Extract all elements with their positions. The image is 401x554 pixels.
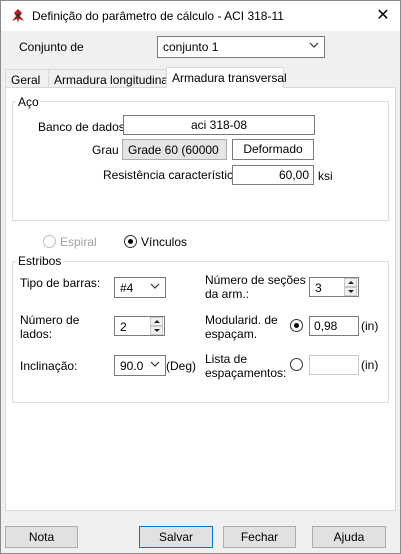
grau-select[interactable]: Grade 60 (60000 [122,139,227,160]
banco-label: Banco de dados [38,120,125,134]
num-lados-label-2: lados: [20,327,53,341]
tab-armadura-longitudinal[interactable]: Armadura longitudinal [48,69,171,87]
modularid-radio[interactable] [290,319,303,332]
close-icon[interactable]: ✕ [371,6,395,26]
modularid-label-2: espaçam. [205,327,258,341]
resistencia-value: 60,00 [278,168,309,182]
inclinacao-unit: (Deg) [166,359,197,373]
resistencia-field[interactable]: 60,00 [232,165,314,185]
tipo-value: #4 [120,281,134,295]
conjunto-label: Conjunto de [19,40,84,54]
inclinacao-label: Inclinação: [20,359,78,373]
banco-value: aci 318-08 [190,118,248,132]
num-secoes-value: 3 [315,281,322,295]
tab-label: Geral [11,73,41,87]
lista-label-2: espaçamentos: [205,366,287,380]
num-secoes-label-1: Número de seções [205,273,306,287]
lista-field[interactable] [309,355,359,375]
ajuda-label: Ajuda [333,530,365,544]
robot-app-icon [12,9,24,23]
modularid-field[interactable]: 0,98 [309,316,359,336]
num-lados-stepper[interactable]: 2 [114,316,165,336]
grau-value: Grade 60 (60000 [128,143,219,157]
estribos-group-label: Estribos [16,254,64,268]
fechar-button[interactable]: Fechar [223,526,296,548]
lista-label-1: Lista de [205,352,248,366]
spin-up-icon[interactable] [344,278,357,287]
conjunto-select[interactable]: conjunto 1 [157,36,325,58]
tipo-select[interactable]: #4 [114,277,166,298]
deformado-button[interactable]: Deformado [232,139,314,160]
num-secoes-label-2: da arm.: [205,287,250,301]
grau-label: Grau [92,143,119,157]
spin-down-icon[interactable] [344,287,357,296]
banco-field[interactable]: aci 318-08 [123,115,315,135]
chevron-down-icon [150,283,160,289]
conjunto-value: conjunto 1 [163,40,219,54]
spin-down-icon[interactable] [150,326,163,335]
espiral-radio[interactable] [43,235,56,248]
tab-armadura-transversal[interactable]: Armadura transversal [166,67,287,88]
nota-label: Nota [28,530,55,544]
espiral-label: Espiral [60,235,97,249]
deformado-label: Deformado [243,142,303,156]
resistencia-unit: ksi [318,169,333,183]
lista-radio[interactable] [290,358,303,371]
num-lados-label-1: Número de [20,313,80,327]
lista-unit: (in) [361,358,379,372]
tab-label: Armadura transversal [172,71,287,85]
inclinacao-select[interactable]: 90.0 [114,355,166,376]
window-title: Definição do parâmetro de cálculo - ACI … [32,9,284,23]
tab-label: Armadura longitudinal [54,73,171,87]
tab-geral[interactable]: Geral [5,69,49,87]
salvar-label: Salvar [158,530,193,544]
salvar-button[interactable]: Salvar [139,526,213,548]
chevron-down-icon [309,42,319,48]
fechar-label: Fechar [240,530,279,544]
chevron-down-icon [150,361,160,367]
vinculos-radio[interactable] [124,235,137,248]
num-secoes-stepper[interactable]: 3 [309,277,359,297]
modularid-unit: (in) [361,319,379,333]
spin-up-icon[interactable] [150,317,163,326]
tipo-label: Tipo de barras: [20,276,101,290]
modularid-label-1: Modularid. de [205,313,278,327]
num-lados-value: 2 [120,320,127,334]
tab-panel: Aço Banco de dados aci 318-08 Grau Grade… [5,87,396,511]
nota-button[interactable]: Nota [5,526,78,548]
aco-group-label: Aço [16,95,41,109]
title-bar: Definição do parâmetro de cálculo - ACI … [1,1,400,31]
ajuda-button[interactable]: Ajuda [312,526,386,548]
modularid-value: 0,98 [314,319,338,333]
resistencia-label: Resistência característica [103,168,240,182]
inclinacao-value: 90.0 [120,359,144,373]
dialog-window: Definição do parâmetro de cálculo - ACI … [0,0,401,554]
vinculos-label: Vínculos [141,235,188,249]
